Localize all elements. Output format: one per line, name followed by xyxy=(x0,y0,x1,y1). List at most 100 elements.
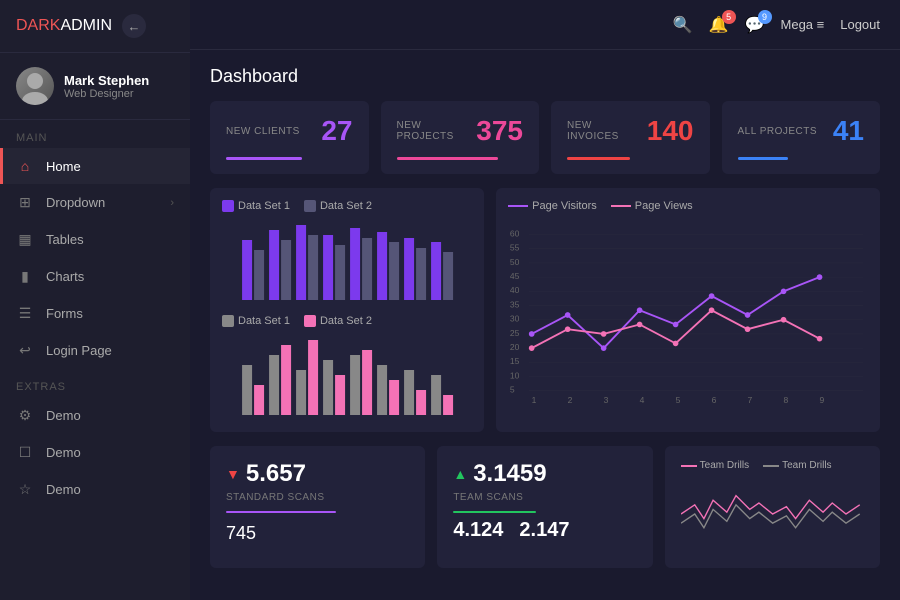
metric-sub-val: 745 xyxy=(226,523,409,544)
metric-bar-team xyxy=(453,511,535,513)
sidebar-label-dropdown: Dropdown xyxy=(46,195,105,210)
sidebar-label-charts: Charts xyxy=(46,269,84,284)
sidebar-item-tables[interactable]: ▦ Tables xyxy=(0,221,190,258)
metric-number-team: 3.1459 xyxy=(473,460,546,488)
mini-legend1: Team Drills xyxy=(681,460,749,471)
main-content: 🔍 🔔 5 💬 9 Mega ≡ Logout Dashboard NEW CL… xyxy=(190,0,900,600)
metric-value-standard: ▼ 5.657 xyxy=(226,460,409,488)
metric-label-standard: STANDARD SCANS xyxy=(226,492,409,503)
svg-text:50: 50 xyxy=(510,257,520,267)
line-legend-visitors: Page Visitors xyxy=(508,200,597,212)
sidebar-section-extras: Extras xyxy=(0,369,190,397)
dropdown-icon: ⊞ xyxy=(16,194,34,211)
bar-chart-card: Data Set 1 Data Set 2 xyxy=(210,188,484,432)
sidebar-logo: DARKADMIN ← xyxy=(0,0,190,53)
topbar-logout[interactable]: Logout xyxy=(840,17,880,32)
stat-bar-invoices xyxy=(567,157,630,160)
stat-card-invoices: NEW INVOICES 140 xyxy=(551,101,710,174)
logo-text: DARKADMIN xyxy=(16,17,112,35)
stat-bar-clients xyxy=(226,157,302,160)
svg-text:5: 5 xyxy=(510,385,515,395)
chart-row: Data Set 1 Data Set 2 xyxy=(210,188,880,432)
sidebar-item-home[interactable]: ⌂ Home xyxy=(0,148,190,184)
small-vals: 4.124 2.147 xyxy=(453,519,636,542)
svg-text:15: 15 xyxy=(510,356,520,366)
metric-label-team: TEAM SCANS xyxy=(453,492,636,503)
stat-value-projects: 375 xyxy=(476,115,523,147)
stat-label-clients: NEW CLIENTS xyxy=(226,126,300,137)
notifications-icon[interactable]: 🔔 5 xyxy=(709,15,729,35)
svg-text:2: 2 xyxy=(568,395,573,405)
sidebar-item-charts[interactable]: ▮ Charts xyxy=(0,258,190,295)
topbar: 🔍 🔔 5 💬 9 Mega ≡ Logout xyxy=(190,0,900,50)
topbar-user[interactable]: Mega ≡ xyxy=(781,17,825,32)
user-name: Mark Stephen xyxy=(64,73,149,88)
stat-value-invoices: 140 xyxy=(647,115,694,147)
sidebar-label-forms: Forms xyxy=(46,306,83,321)
metric-value-team: ▲ 3.1459 xyxy=(453,460,636,488)
stat-bar-projects xyxy=(397,157,498,160)
sidebar-item-demo1[interactable]: ⚙ Demo xyxy=(0,397,190,434)
stat-card-clients: NEW CLIENTS 27 xyxy=(210,101,369,174)
sidebar-label-demo1: Demo xyxy=(46,408,81,423)
stat-card-clients-top: NEW CLIENTS 27 xyxy=(226,115,353,147)
svg-text:5: 5 xyxy=(676,395,681,405)
mini-chart-svg xyxy=(681,479,864,549)
svg-text:40: 40 xyxy=(510,285,520,295)
login-icon: ↩ xyxy=(16,342,34,359)
svg-text:9: 9 xyxy=(820,395,825,405)
logo-dark: DARK xyxy=(16,17,60,34)
legend2-item2: Data Set 2 xyxy=(304,315,372,327)
messages-icon[interactable]: 💬 9 xyxy=(745,15,765,35)
metric-card-standard: ▼ 5.657 STANDARD SCANS 745 xyxy=(210,446,425,568)
back-arrow-icon[interactable]: ← xyxy=(122,14,146,38)
arrow-down-icon: ▼ xyxy=(226,466,240,482)
stat-card-invoices-top: NEW INVOICES 140 xyxy=(567,115,694,147)
arrow-up-icon: ▲ xyxy=(453,466,467,482)
sidebar-item-demo2[interactable]: ☐ Demo xyxy=(0,434,190,471)
metric-card-team: ▲ 3.1459 TEAM SCANS 4.124 2.147 xyxy=(437,446,652,568)
small-val2: 2.147 xyxy=(519,519,569,542)
line-legend-views: Page Views xyxy=(611,200,693,212)
sidebar: DARKADMIN ← Mark Stephen Web Designer Ma… xyxy=(0,0,190,600)
stat-cards: NEW CLIENTS 27 NEW PROJECTS 375 NEW INVO… xyxy=(210,101,880,174)
legend1-item2: Data Set 2 xyxy=(304,200,372,212)
search-icon[interactable]: 🔍 xyxy=(673,15,693,35)
svg-text:10: 10 xyxy=(510,370,520,380)
line-chart-svg: 60 55 50 45 40 35 30 25 20 15 10 5 xyxy=(508,220,868,410)
svg-text:6: 6 xyxy=(712,395,717,405)
stat-card-all-projects: ALL PROJECTS 41 xyxy=(722,101,881,174)
stat-label-projects: NEW PROJECTS xyxy=(397,120,477,142)
svg-text:25: 25 xyxy=(510,328,520,338)
sidebar-user: Mark Stephen Web Designer xyxy=(0,53,190,120)
sidebar-label-home: Home xyxy=(46,159,81,174)
gear-icon: ⚙ xyxy=(16,407,34,424)
stat-bar-all xyxy=(738,157,789,160)
bar-chart-legend2: Data Set 1 Data Set 2 xyxy=(222,315,472,327)
bar-chart-svg1 xyxy=(222,220,472,300)
user-info: Mark Stephen Web Designer xyxy=(64,73,149,100)
chevron-icon: › xyxy=(170,197,174,209)
sidebar-item-demo3[interactable]: ☆ Demo xyxy=(0,471,190,508)
sidebar-item-login[interactable]: ↩ Login Page xyxy=(0,332,190,369)
svg-text:35: 35 xyxy=(510,299,520,309)
stat-card-projects: NEW PROJECTS 375 xyxy=(381,101,540,174)
avatar xyxy=(16,67,54,105)
stat-card-all-top: ALL PROJECTS 41 xyxy=(738,115,865,147)
charts-icon: ▮ xyxy=(16,268,34,285)
svg-text:3: 3 xyxy=(604,395,609,405)
sidebar-label-demo2: Demo xyxy=(46,445,81,460)
sidebar-item-forms[interactable]: ☰ Forms xyxy=(0,295,190,332)
stat-label-all: ALL PROJECTS xyxy=(738,126,818,137)
svg-text:55: 55 xyxy=(510,243,520,253)
bar-chart-svg2 xyxy=(222,335,472,415)
sidebar-item-dropdown[interactable]: ⊞ Dropdown › xyxy=(0,184,190,221)
star-icon: ☆ xyxy=(16,481,34,498)
page-title: Dashboard xyxy=(210,66,880,87)
bottom-row: ▼ 5.657 STANDARD SCANS 745 ▲ 3.1459 TEAM… xyxy=(210,446,880,568)
svg-text:20: 20 xyxy=(510,342,520,352)
notifications-badge: 5 xyxy=(722,10,736,24)
metric-bar-standard xyxy=(226,511,336,513)
tables-icon: ▦ xyxy=(16,231,34,248)
mini-chart-legend: Team Drills Team Drills xyxy=(681,460,864,471)
